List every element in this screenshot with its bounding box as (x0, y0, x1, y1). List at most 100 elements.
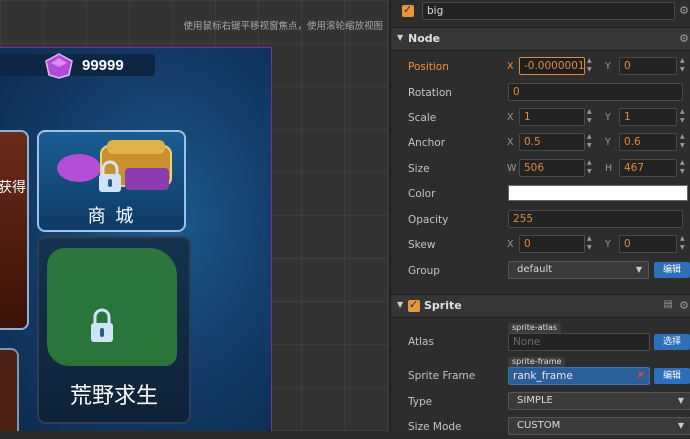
survival-label: 荒野求生 (69, 384, 158, 409)
currency-bar (0, 54, 155, 76)
type-select-value: SIMPLE (517, 395, 553, 406)
node-section-title: Node (408, 32, 441, 45)
position-x-axis: X (507, 61, 514, 72)
sprite-frame-row: Sprite Frame sprite-frame rank_frame ✕ 编… (391, 357, 690, 388)
sprite-section-header[interactable]: ▼ Sprite ▤ ⚙ (391, 294, 690, 318)
collapse-triangle-icon[interactable]: ▼ (397, 300, 403, 309)
scale-label: Scale (408, 112, 437, 124)
skew-x-stepper[interactable] (586, 235, 596, 253)
size-w-axis: W (507, 163, 517, 174)
clear-icon[interactable]: ✕ (637, 368, 645, 384)
game-canvas[interactable]: 99999 获得 商 城 荒野求生 (0, 47, 272, 431)
size-h-stepper[interactable] (679, 159, 689, 177)
scale-y-stepper[interactable] (679, 108, 689, 126)
anchor-x-stepper[interactable] (586, 133, 596, 151)
sprite-frame-label: Sprite Frame (408, 370, 476, 382)
anchor-x-input[interactable]: 0.5 (519, 133, 585, 151)
sprite-frame-edit-button[interactable]: 编辑 (654, 368, 690, 384)
position-x-input[interactable]: -0.0000001 (519, 57, 585, 75)
chevron-down-icon: ▼ (677, 396, 684, 405)
position-label: Position (408, 61, 449, 73)
position-y-input[interactable]: 0 (619, 57, 677, 75)
rotation-input[interactable]: 0 (508, 83, 683, 101)
sprite-frame-field[interactable]: rank_frame ✕ (508, 367, 650, 385)
collapse-triangle-icon[interactable]: ▼ (397, 33, 403, 42)
scale-row: Scale X 1 Y 1 (391, 106, 690, 130)
gem-count: 99999 (82, 57, 124, 74)
anchor-x-axis: X (507, 137, 514, 148)
rotation-row: Rotation 0 (391, 81, 690, 105)
opacity-input[interactable]: 255 (508, 210, 683, 228)
scene-viewport[interactable]: 使用鼠标右键平移视窗焦点，使用滚轮缩放视图 99999 获得 商 城 荒野求生 (0, 0, 389, 431)
size-w-stepper[interactable] (586, 159, 596, 177)
gear-icon[interactable]: ⚙ (679, 32, 689, 45)
opacity-row: Opacity 255 (391, 208, 690, 232)
anchor-y-stepper[interactable] (679, 133, 689, 151)
skew-y-input[interactable]: 0 (619, 235, 677, 253)
sprite-enabled-checkbox[interactable] (408, 298, 420, 312)
group-select[interactable]: default ▼ (508, 261, 649, 279)
sprite-frame-value: rank_frame (513, 370, 573, 382)
skew-row: Skew X 0 Y 0 (391, 233, 690, 257)
gear-icon[interactable]: ⚙ (679, 299, 689, 312)
scale-x-stepper[interactable] (586, 108, 596, 126)
atlas-label: Atlas (408, 336, 434, 348)
scale-x-axis: X (507, 112, 514, 123)
scale-y-axis: Y (605, 112, 611, 123)
skew-label: Skew (408, 239, 436, 251)
gem-icon (45, 53, 73, 79)
anchor-y-input[interactable]: 0.6 (619, 133, 677, 151)
inspector-panel: big ⚙ ▼ Node ⚙ Position X -0.0000001 Y 0… (390, 0, 690, 435)
position-row: Position X -0.0000001 Y 0 (391, 55, 690, 79)
position-x-stepper[interactable] (586, 57, 596, 75)
chevron-down-icon: ▼ (677, 421, 684, 430)
group-select-value: default (517, 264, 553, 275)
rotation-label: Rotation (408, 87, 452, 99)
survival-card[interactable]: 荒野求生 (37, 236, 191, 424)
type-row: Type SIMPLE ▼ (391, 390, 690, 414)
size-mode-select-value: CUSTOM (517, 420, 561, 431)
type-label: Type (408, 396, 433, 408)
atlas-select-button[interactable]: 选择 (654, 334, 690, 350)
type-select[interactable]: SIMPLE ▼ (508, 392, 690, 410)
survival-card-art (47, 248, 177, 366)
atlas-type-tag: sprite-atlas (508, 323, 562, 333)
book-icon[interactable]: ▤ (664, 299, 673, 310)
size-w-input[interactable]: 506 (519, 159, 585, 177)
size-label: Size (408, 163, 430, 175)
skew-y-stepper[interactable] (679, 235, 689, 253)
gear-icon[interactable]: ⚙ (679, 4, 689, 17)
color-row: Color (391, 182, 690, 206)
node-name-row: big ⚙ (391, 0, 690, 24)
sprite-section-title: Sprite (424, 299, 462, 312)
hero-card[interactable] (0, 130, 29, 330)
size-h-input[interactable]: 467 (619, 159, 677, 177)
scale-x-input[interactable]: 1 (519, 108, 585, 126)
group-edit-button[interactable]: 编辑 (654, 262, 690, 278)
node-active-checkbox[interactable] (402, 3, 414, 17)
color-label: Color (408, 188, 436, 200)
lock-icon (91, 308, 113, 342)
hero-card-bottom[interactable] (0, 348, 19, 431)
shop-card[interactable]: 商 城 (37, 130, 186, 232)
scale-y-input[interactable]: 1 (619, 108, 677, 126)
opacity-label: Opacity (408, 214, 449, 226)
size-row: Size W 506 H 467 (391, 157, 690, 181)
size-mode-label: Size Mode (408, 421, 462, 433)
skew-x-input[interactable]: 0 (519, 235, 585, 253)
position-y-stepper[interactable] (679, 57, 689, 75)
size-h-axis: H (605, 163, 613, 174)
color-swatch[interactable] (508, 185, 688, 201)
node-name-input[interactable]: big (422, 2, 675, 20)
node-section-header[interactable]: ▼ Node ⚙ (391, 27, 690, 51)
atlas-row: Atlas sprite-atlas None 选择 (391, 323, 690, 355)
group-row: Group default ▼ 编辑 (391, 259, 690, 283)
anchor-y-axis: Y (605, 137, 611, 148)
size-mode-row: Size Mode CUSTOM ▼ (391, 415, 690, 439)
skew-x-axis: X (507, 239, 514, 250)
anchor-label: Anchor (408, 137, 446, 149)
size-mode-select[interactable]: CUSTOM ▼ (508, 417, 690, 435)
hero-card-text: 获得 (0, 180, 26, 196)
group-label: Group (408, 265, 440, 277)
atlas-field[interactable]: None (508, 333, 650, 351)
